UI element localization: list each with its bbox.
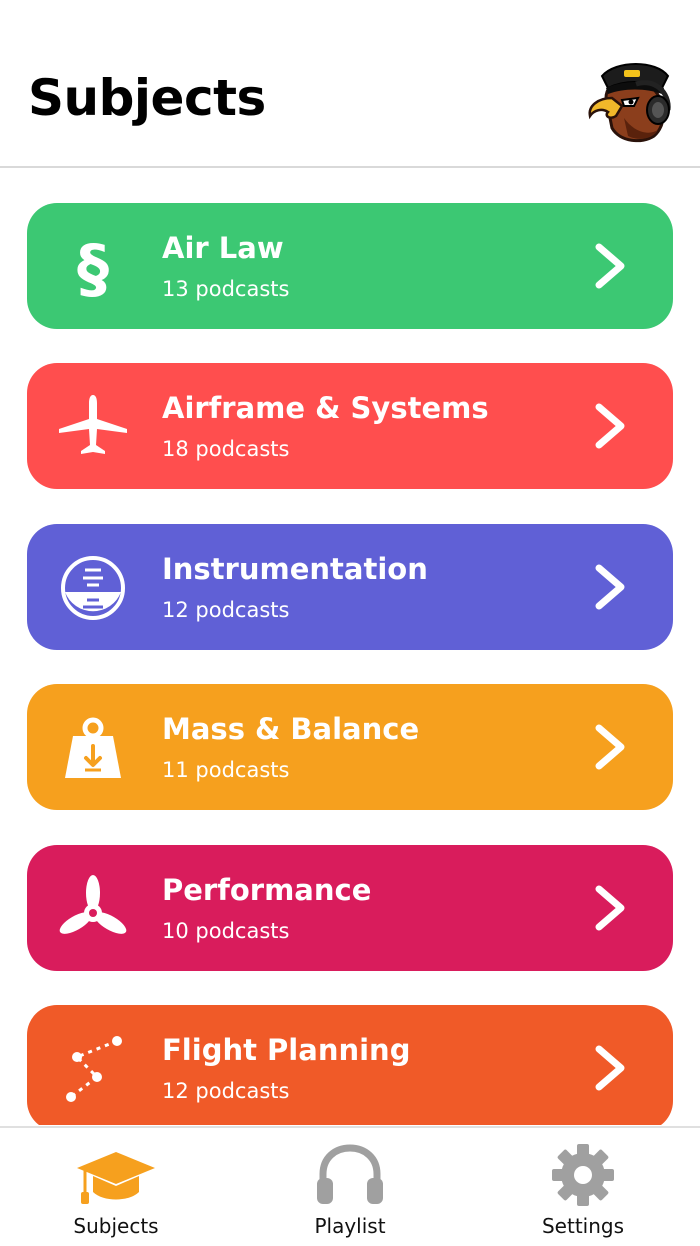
subject-card-mass-balance[interactable]: Mass & Balance 11 podcasts — [27, 684, 673, 810]
headphones-icon — [317, 1144, 383, 1204]
tab-label: Settings — [541, 1214, 625, 1238]
podcast-count: 18 podcasts — [162, 437, 290, 461]
route-icon — [66, 1036, 122, 1102]
subject-name: Mass & Balance — [162, 712, 420, 746]
svg-text:§: § — [77, 233, 109, 303]
chevron-right-icon — [595, 564, 625, 610]
subject-name: Performance — [162, 873, 372, 907]
tab-playlist[interactable]: Playlist — [270, 1128, 430, 1246]
subject-name: Instrumentation — [162, 552, 428, 586]
subject-card-performance[interactable]: Performance 10 podcasts — [27, 845, 673, 971]
eagle-pilot-avatar[interactable] — [584, 58, 676, 144]
chevron-right-icon — [595, 724, 625, 770]
airplane-icon — [59, 395, 127, 454]
podcast-count: 12 podcasts — [162, 1079, 290, 1103]
tab-bar: Subjects Playlist Settings — [0, 1126, 700, 1244]
gear-icon — [552, 1144, 614, 1206]
podcast-count: 11 podcasts — [162, 758, 290, 782]
tab-settings[interactable]: Settings — [503, 1128, 663, 1246]
podcast-count: 10 podcasts — [162, 919, 290, 943]
subject-card-instrumentation[interactable]: Instrumentation 12 podcasts — [27, 524, 673, 650]
podcast-count: 12 podcasts — [162, 598, 290, 622]
graduation-cap-icon — [77, 1152, 155, 1204]
tab-subjects[interactable]: Subjects — [36, 1128, 196, 1246]
tab-label: Playlist — [314, 1214, 386, 1238]
chevron-right-icon — [595, 243, 625, 289]
subject-card-flight-planning[interactable]: Flight Planning 12 podcasts — [27, 1005, 673, 1125]
propeller-icon — [59, 875, 127, 934]
chevron-right-icon — [595, 1045, 625, 1091]
chevron-right-icon — [595, 403, 625, 449]
subject-card-airframe-systems[interactable]: Airframe & Systems 18 podcasts — [27, 363, 673, 489]
subject-name: Air Law — [162, 231, 284, 265]
subject-list: § Air Law 13 podcasts Airframe & Systems… — [27, 203, 673, 1125]
subject-name: Airframe & Systems — [162, 391, 489, 425]
section-sign-icon: § — [77, 233, 109, 303]
subject-card-air-law[interactable]: § Air Law 13 podcasts — [27, 203, 673, 329]
podcast-count: 13 podcasts — [162, 277, 290, 301]
chevron-right-icon — [595, 885, 625, 931]
header: Subjects — [0, 0, 700, 168]
weight-icon — [65, 717, 121, 778]
subject-name: Flight Planning — [162, 1033, 411, 1067]
page-title: Subjects — [28, 69, 266, 127]
attitude-indicator-icon — [61, 556, 125, 620]
tab-label: Subjects — [73, 1214, 159, 1238]
